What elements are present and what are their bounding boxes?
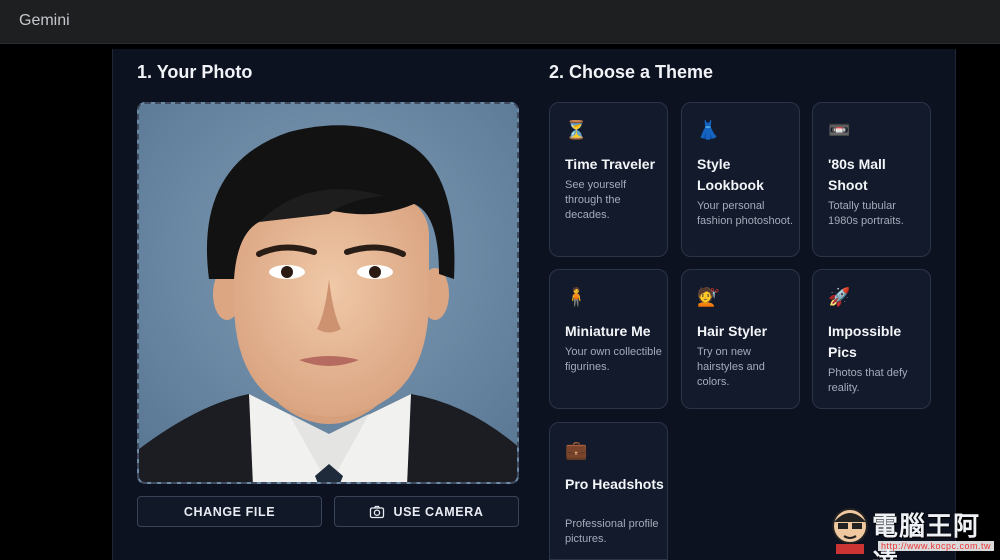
change-file-button[interactable]: CHANGE FILE	[137, 496, 322, 527]
theme-name: Style Lookbook	[697, 156, 764, 193]
rocket-icon: 🚀	[828, 287, 851, 307]
theme-description: Photos that defy reality.	[828, 367, 908, 394]
figurine-icon: 🧍	[565, 287, 588, 307]
haircut-icon: 💇	[697, 287, 720, 307]
photo-section-title: 1. Your Photo	[137, 62, 253, 82]
photo-preview[interactable]	[137, 102, 519, 484]
theme-description: Your personal fashion photoshoot.	[697, 200, 794, 227]
theme-card-80s-mall-shoot[interactable]: 📼 '80s Mall Shoot Totally tubular 1980s …	[812, 102, 931, 257]
theme-name: Hair Styler	[697, 323, 768, 339]
theme-name: Impossible Pics	[828, 323, 902, 360]
hourglass-icon: ⏳	[565, 120, 588, 140]
app-title: Gemini	[19, 12, 70, 29]
theme-card-time-traveler[interactable]: ⏳ Time Traveler See yourself through the…	[549, 102, 668, 257]
use-camera-button[interactable]: USE CAMERA	[334, 496, 519, 527]
theme-card-miniature-me[interactable]: 🧍 Miniature Me Your own collectible figu…	[549, 269, 668, 409]
mascot-icon	[832, 508, 868, 554]
videocassette-icon: 📼	[828, 120, 851, 140]
theme-name: Time Traveler	[565, 156, 656, 172]
site-watermark: 電腦王阿達 http://www.kocpc.com.tw	[828, 502, 996, 560]
briefcase-icon: 💼	[565, 440, 588, 460]
watermark-url: http://www.kocpc.com.tw	[878, 541, 995, 551]
theme-description: Totally tubular 1980s portraits.	[828, 200, 904, 227]
theme-name: Pro Headshots	[565, 476, 664, 492]
change-file-label: CHANGE FILE	[183, 504, 276, 519]
theme-description: Try on new hairstyles and colors.	[697, 346, 765, 388]
camera-icon	[369, 504, 385, 520]
theme-name: '80s Mall Shoot	[828, 156, 886, 193]
watermark-text: 電腦王阿達	[872, 511, 981, 560]
theme-description: Your own collectible figurines.	[565, 346, 662, 373]
theme-card-style-lookbook[interactable]: 👗 Style Lookbook Your personal fashion p…	[681, 102, 800, 257]
dress-icon: 👗	[697, 120, 720, 140]
theme-description: Professional profile pictures.	[565, 518, 659, 545]
theme-card-impossible-pics[interactable]: 🚀 Impossible Pics Photos that defy reali…	[812, 269, 931, 409]
theme-description: See yourself through the decades.	[565, 179, 627, 221]
theme-card-hair-styler[interactable]: 💇 Hair Styler Try on new hairstyles and …	[681, 269, 800, 409]
top-bar: Gemini	[0, 0, 1000, 44]
use-camera-label: USE CAMERA	[393, 504, 484, 519]
theme-card-pro-headshots[interactable]: 💼 Pro Headshots Professional profile pic…	[549, 422, 668, 560]
theme-name: Miniature Me	[565, 323, 651, 339]
portrait-image	[139, 104, 517, 482]
theme-section-title: 2. Choose a Theme	[549, 62, 714, 82]
